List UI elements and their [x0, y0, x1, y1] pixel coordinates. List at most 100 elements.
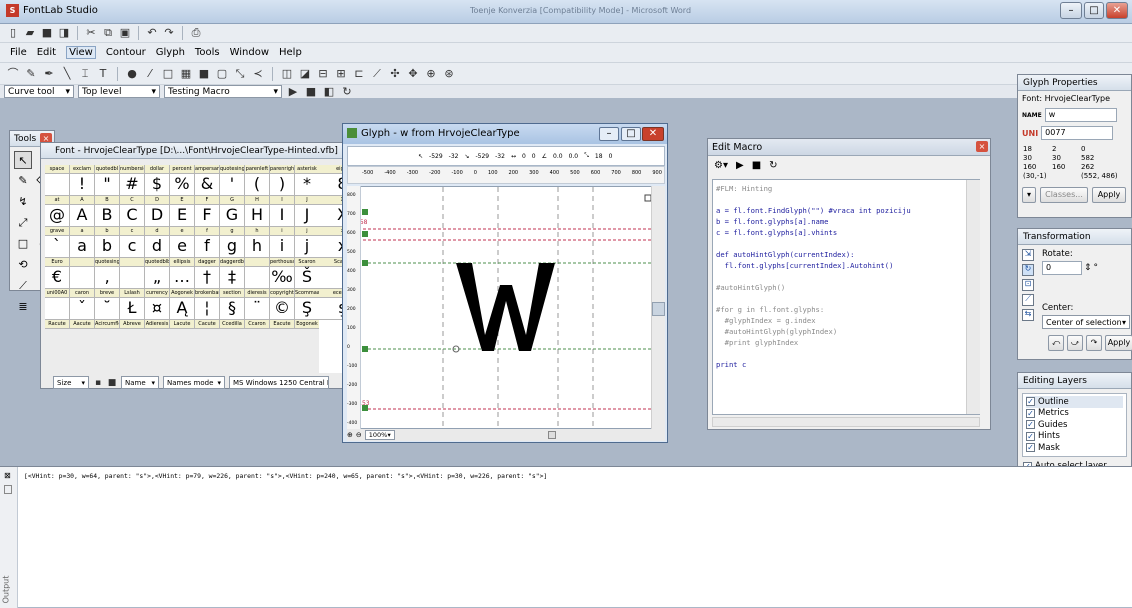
save-all-icon[interactable]: ◨	[57, 26, 71, 40]
glyph-cell[interactable]: B	[95, 205, 120, 227]
copy-icon[interactable]: ⧉	[101, 26, 115, 40]
glyph-cell[interactable]: D	[145, 205, 170, 227]
glyph-cell[interactable]: J	[295, 205, 320, 227]
checkbox-icon[interactable]: ✓	[1026, 420, 1035, 430]
glyph-cell[interactable]: ¨	[245, 298, 270, 320]
glyph-cell[interactable]: h	[245, 236, 270, 258]
apply-button[interactable]: Apply	[1092, 187, 1126, 203]
center-selector[interactable]: Center of selection ▾	[1042, 315, 1130, 329]
glyph-cell[interactable]: i	[270, 236, 295, 258]
classes-button[interactable]: Classes...	[1040, 187, 1088, 203]
close-icon[interactable]: ⊠	[4, 471, 11, 480]
checkbox-icon[interactable]: ✓	[1026, 431, 1035, 441]
vertical-scrollbar[interactable]	[651, 186, 665, 429]
center-icon[interactable]: ⊛	[442, 67, 456, 81]
glyph-cell[interactable]: Š	[295, 267, 320, 289]
dropdown-icon[interactable]: ▾	[1022, 187, 1036, 203]
slash-icon[interactable]: ⁄	[143, 67, 157, 81]
cell-large-icon[interactable]: ■	[107, 376, 117, 388]
fill-icon[interactable]: ■	[197, 67, 211, 81]
glyph-cell[interactable]: (	[245, 174, 270, 196]
menu-view[interactable]: View	[66, 46, 96, 59]
mirror-transform-icon[interactable]: ⇆	[1022, 309, 1034, 321]
menu-edit[interactable]: Edit	[37, 47, 56, 58]
ellipse-icon[interactable]: ●	[125, 67, 139, 81]
hint-icon[interactable]: ⊟	[316, 67, 330, 81]
glyph-cell[interactable]: "	[95, 174, 120, 196]
reload-icon[interactable]: ↻	[769, 160, 777, 171]
new-icon[interactable]: ▯	[6, 26, 20, 40]
paste-icon[interactable]: ▣	[118, 26, 132, 40]
glyph-cell[interactable]	[245, 267, 270, 289]
hint-tool-icon[interactable]: ≣	[14, 298, 32, 316]
glyph-cell[interactable]: c	[120, 236, 145, 258]
glyph-cell[interactable]: #	[120, 174, 145, 196]
glyph-cell[interactable]: ‚	[95, 267, 120, 289]
glyph-cell[interactable]	[45, 298, 70, 320]
checkbox-icon[interactable]: ✓	[1026, 408, 1035, 418]
level-selector[interactable]: Top level ▾	[78, 85, 160, 98]
layer-metrics[interactable]: ✓ Metrics	[1026, 408, 1123, 420]
glyph-cell[interactable]: ‡	[220, 267, 245, 289]
glyph-cell[interactable]: F	[195, 205, 220, 227]
glyph-cell[interactable]: H	[245, 205, 270, 227]
redo-icon[interactable]: ↷	[162, 26, 176, 40]
zoom-in-icon[interactable]: ⊕	[347, 431, 353, 439]
glyph-cell[interactable]	[120, 267, 145, 289]
step-forward-icon[interactable]: ⤻	[1067, 335, 1083, 351]
pen-icon[interactable]: ✒	[42, 67, 56, 81]
glyph-cell[interactable]: C	[120, 205, 145, 227]
spinner-icon[interactable]: ⇕	[1084, 263, 1092, 273]
metric-marker[interactable]	[362, 231, 368, 237]
caption-selector[interactable]: Name ▾	[121, 376, 159, 389]
glyph-cell[interactable]: ¦	[195, 298, 220, 320]
scale-icon[interactable]: ⤡	[233, 67, 247, 81]
text-icon[interactable]: T	[96, 67, 110, 81]
grid-icon[interactable]: ▦	[179, 67, 193, 81]
menu-window[interactable]: Window	[230, 47, 269, 58]
rotate-transform-icon[interactable]: ↻	[1022, 264, 1034, 276]
layer-hints[interactable]: ✓ Hints	[1026, 431, 1123, 443]
glyph-cell[interactable]: *	[295, 174, 320, 196]
glyph-cell[interactable]: !	[70, 174, 95, 196]
edit-macro-icon[interactable]: ◧	[322, 85, 336, 99]
glyph-cell[interactable]: Ş	[295, 298, 320, 320]
glyph-canvas[interactable]: 658 -153	[347, 186, 652, 429]
glyph-cell[interactable]	[45, 174, 70, 196]
skew-transform-icon[interactable]: ⟋	[1022, 294, 1034, 306]
glyph-cell[interactable]: )	[270, 174, 295, 196]
print-icon[interactable]: ⎙	[189, 26, 203, 40]
glyph-cell[interactable]: §	[220, 298, 245, 320]
glyph-name-field[interactable]: w	[1044, 108, 1117, 122]
pencil-tool-icon[interactable]: ✎	[14, 172, 32, 190]
menu-file[interactable]: File	[10, 47, 27, 58]
run-icon[interactable]: ▶	[736, 160, 744, 171]
layer-outline[interactable]: ✓ Outline	[1026, 396, 1123, 408]
glyph-cell[interactable]: Ł	[120, 298, 145, 320]
move-icon[interactable]: ✥	[406, 67, 420, 81]
checkbox-icon[interactable]: ✓	[1026, 443, 1035, 453]
skew-tool-icon[interactable]: ⟋	[14, 277, 32, 295]
undo-icon[interactable]: ↶	[145, 26, 159, 40]
rectangle-tool-icon[interactable]: □	[14, 235, 32, 253]
menu-help[interactable]: Help	[279, 47, 302, 58]
stop-macro-icon[interactable]: ■	[304, 85, 318, 99]
glyph-close-button[interactable]: ✕	[642, 127, 664, 141]
glyph-cell[interactable]: ˘	[95, 298, 120, 320]
rotate-tool-icon[interactable]: ⟲	[14, 256, 32, 274]
menu-tools[interactable]: Tools	[195, 47, 220, 58]
macro-selector[interactable]: Testing Macro ▾	[164, 85, 282, 98]
anchor-icon[interactable]: ⊏	[352, 67, 366, 81]
glyph-cell[interactable]: Ą	[170, 298, 195, 320]
bezier-tool-icon[interactable]: ⤢	[14, 214, 32, 232]
zoom-selector[interactable]: 100% ▾	[364, 430, 395, 440]
glyph-cell[interactable]: ¤	[145, 298, 170, 320]
maximize-button[interactable]: □	[1084, 2, 1104, 19]
glyph-minimize-button[interactable]: –	[599, 127, 619, 141]
glyph-cell[interactable]	[70, 267, 95, 289]
glyph-cell[interactable]: ‰	[270, 267, 295, 289]
glyph-cell[interactable]: E	[170, 205, 195, 227]
glyph-cell[interactable]: g	[220, 236, 245, 258]
glyph-maximize-button[interactable]: □	[621, 127, 641, 141]
glyph-cell[interactable]: f	[195, 236, 220, 258]
